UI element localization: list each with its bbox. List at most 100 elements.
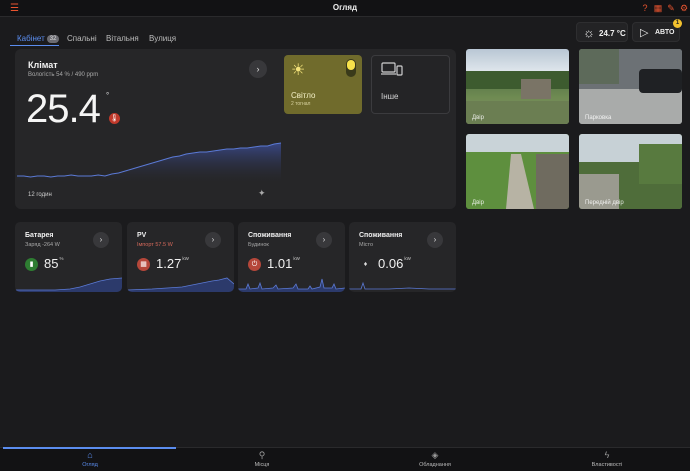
sensor-value-number: 0.06 — [378, 256, 404, 271]
grid-icon: ♦ — [363, 261, 368, 268]
active-nav-indicator — [3, 447, 176, 449]
sensor-value-number: 85 — [44, 256, 59, 271]
thermometer-icon: 🌡 — [109, 113, 120, 124]
camera-front-yard-preview — [579, 134, 682, 209]
camera-yard-2-preview — [466, 134, 569, 209]
light-tile[interactable]: ☀ Світло 2 тогнал — [284, 55, 362, 114]
camera-label: Двір — [472, 115, 484, 121]
pv-card[interactable]: PV Імпорт 57.5 W › ▦ 1.27kW — [127, 222, 234, 292]
bottom-navigation: ⌂ Огляд ⚲ Місця ◈ Обладнання ϟ Властивос… — [0, 447, 690, 471]
settings-icon[interactable]: ⚙ — [679, 3, 689, 13]
chart-period: 12 годин — [28, 192, 52, 198]
temperature-unit: ° — [106, 91, 110, 100]
tab-bedrooms[interactable]: Спальні — [67, 34, 97, 43]
light-toggle[interactable] — [346, 59, 356, 77]
sensor-unit: kW — [293, 256, 300, 261]
battery-sparkline — [15, 277, 122, 292]
sensor-open-button[interactable]: › — [93, 232, 109, 248]
sensor-value-number: 1.27 — [156, 256, 182, 271]
nav-devices[interactable]: ◈ Обладнання — [395, 450, 475, 468]
nav-label: Огляд — [82, 462, 98, 468]
consumption-house-card[interactable]: Споживання Будинок › ⏻ 1.01kW — [238, 222, 345, 292]
sensor-subtitle: Заряд -264 W — [25, 242, 60, 248]
nav-places[interactable]: ⚲ Місця — [222, 450, 302, 468]
camera-parking[interactable]: Парковка — [579, 49, 682, 124]
sensor-name: Споживання — [359, 232, 403, 239]
sensor-unit: % — [59, 256, 64, 261]
top-bar: ☰ Огляд ? ▦ ✎ ⚙ — [0, 0, 690, 17]
sensor-name: PV — [137, 232, 147, 239]
sensor-open-button[interactable]: › — [427, 232, 443, 248]
climate-history-chart — [17, 142, 282, 182]
sensor-unit: kW — [404, 256, 411, 261]
grid-view-icon[interactable]: ▦ — [653, 3, 663, 13]
camera-yard-preview — [466, 71, 569, 124]
light-bulb-icon: ☀ — [291, 62, 306, 79]
automation-button[interactable]: ▷ АВТО 1 — [632, 19, 682, 42]
page-title: Огляд — [332, 3, 358, 12]
sensor-value: 1.01kW — [267, 256, 300, 271]
sensor-value-number: 1.01 — [267, 256, 293, 271]
sensor-unit: kW — [182, 256, 189, 261]
home-icon: ⌂ — [87, 450, 93, 460]
camera-label: Парковка — [585, 115, 612, 121]
sun-icon: ☼ — [583, 25, 595, 40]
climate-card[interactable]: Клімат Вологість 54 % / 490 ppm 25.4 ° 🌡… — [15, 49, 456, 209]
sparkle-icon: ✦ — [258, 188, 266, 198]
sensor-value: 1.27kW — [156, 256, 189, 271]
sensor-open-button[interactable]: › — [316, 232, 332, 248]
pv-sparkline — [127, 277, 234, 292]
camera-yard[interactable]: Двір — [466, 49, 569, 124]
nav-label: Обладнання — [419, 462, 451, 468]
light-name: Світло — [291, 91, 316, 100]
nav-label: Властивості — [591, 462, 623, 468]
battery-icon: ▮ — [25, 258, 38, 271]
tab-street[interactable]: Вулиця — [149, 34, 176, 43]
climate-temperature: 25.4 — [26, 87, 101, 131]
sensor-name: Батарея — [25, 232, 54, 239]
weather-button[interactable]: ☼ 24.7 °C — [576, 22, 628, 42]
sensor-subtitle: Будинок — [248, 242, 269, 248]
lightning-icon: ϟ — [604, 450, 610, 460]
climate-open-button[interactable]: › — [249, 60, 267, 78]
consumption-city-card[interactable]: Споживання Місто › ♦ 0.06kW — [349, 222, 456, 292]
tab-badge: 32 — [46, 35, 60, 43]
climate-subtitle: Вологість 54 % / 490 ppm — [28, 72, 99, 78]
nav-overview[interactable]: ⌂ Огляд — [50, 450, 130, 468]
toggle-knob — [347, 60, 355, 70]
camera-label: Двір — [472, 200, 484, 206]
play-icon: ▷ — [640, 27, 649, 39]
edit-icon[interactable]: ✎ — [666, 3, 676, 13]
light-status: 2 тогнал — [291, 101, 311, 107]
solar-panel-icon: ▦ — [137, 258, 150, 271]
consumption-house-sparkline — [238, 278, 345, 292]
nav-properties[interactable]: ϟ Властивості — [567, 450, 647, 468]
tab-cabinet[interactable]: Кабінет 32 — [17, 34, 60, 43]
consumption-city-sparkline — [349, 281, 456, 290]
tab-living-room[interactable]: Вітальня — [106, 34, 139, 43]
plug-icon: ⏻ — [248, 258, 261, 271]
sensor-subtitle: Імпорт 57.5 W — [137, 242, 173, 248]
automation-count-badge: 1 — [673, 19, 682, 28]
battery-card[interactable]: Батарея Заряд -264 W › ▮ 85% — [15, 222, 122, 292]
camera-label: Передній двір — [585, 200, 624, 206]
outdoor-temp: 24.7 °C — [599, 29, 626, 38]
other-name: Інше — [381, 92, 399, 101]
other-devices-tile[interactable]: Інше — [371, 55, 450, 114]
active-tab-underline — [10, 45, 59, 46]
camera-front-yard[interactable]: Передній двір — [579, 134, 682, 209]
devices-icon — [381, 62, 403, 76]
location-pin-icon: ⚲ — [258, 450, 266, 460]
cube-icon: ◈ — [431, 450, 439, 460]
tab-label: Кабінет — [17, 34, 45, 43]
help-icon[interactable]: ? — [640, 3, 650, 13]
sensor-value: 85% — [44, 256, 63, 271]
climate-title: Клімат — [28, 60, 58, 70]
sensor-value: 0.06kW — [378, 256, 411, 271]
camera-parking-preview — [579, 49, 682, 124]
sensor-open-button[interactable]: › — [205, 232, 221, 248]
nav-label: Місця — [254, 462, 270, 468]
camera-yard-2[interactable]: Двір — [466, 134, 569, 209]
automation-label: АВТО — [655, 29, 675, 36]
sensor-name: Споживання — [248, 232, 292, 239]
